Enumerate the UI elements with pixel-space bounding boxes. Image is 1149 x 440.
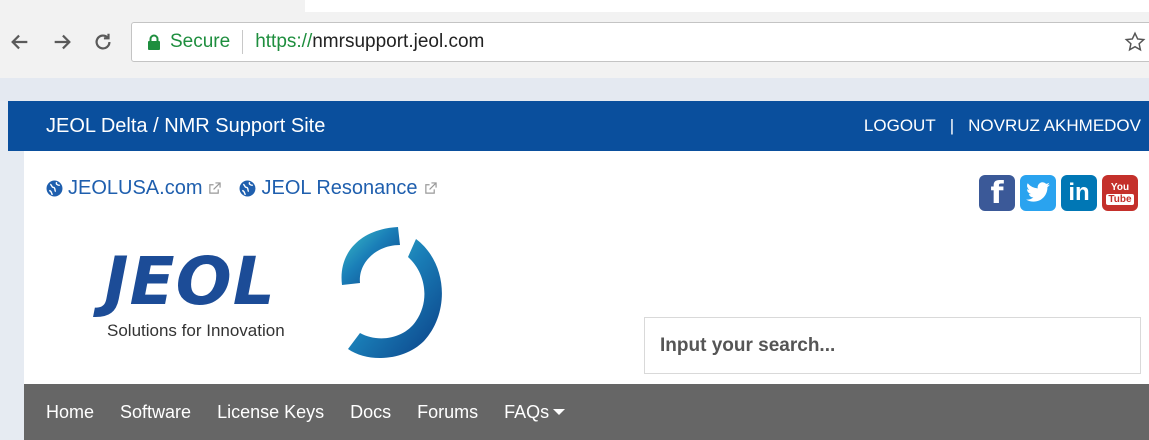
facebook-glyph: f bbox=[990, 175, 1004, 211]
logout-link[interactable]: LOGOUT bbox=[864, 116, 936, 136]
nav-item-docs[interactable]: Docs bbox=[350, 402, 391, 423]
url-host: nmrsupport.jeol.com bbox=[312, 31, 485, 52]
jeol-swirl-logo-icon bbox=[341, 227, 442, 359]
nav-item-license-keys[interactable]: License Keys bbox=[217, 402, 324, 423]
tab-strip-shade bbox=[0, 0, 305, 12]
back-button[interactable] bbox=[6, 22, 34, 62]
header-panel: JEOLUSA.com JEOL Resonance f in You Tube… bbox=[24, 151, 1149, 384]
globe-icon bbox=[240, 180, 256, 197]
search-input[interactable] bbox=[644, 317, 1141, 374]
external-links: JEOLUSA.com JEOL Resonance bbox=[46, 177, 455, 200]
jeolusa-link[interactable]: JEOLUSA.com bbox=[46, 177, 222, 200]
facebook-icon[interactable]: f bbox=[979, 175, 1015, 211]
linkedin-icon[interactable]: in bbox=[1061, 175, 1097, 211]
bookmark-star-icon[interactable] bbox=[1124, 31, 1146, 53]
lock-icon bbox=[148, 34, 160, 50]
page-top-band bbox=[0, 78, 1149, 101]
address-bar[interactable]: Secure https:// nmrsupport.jeol.com bbox=[131, 22, 1149, 62]
arrow-left-icon bbox=[11, 34, 28, 50]
external-link-icon bbox=[424, 182, 437, 194]
account-links: LOGOUT | NOVRUZ AKHMEDOV bbox=[864, 116, 1141, 136]
external-link-icon bbox=[209, 182, 222, 194]
arrow-right-icon bbox=[54, 34, 71, 50]
linkedin-glyph: in bbox=[1068, 179, 1090, 206]
youtube-icon[interactable]: You Tube bbox=[1102, 175, 1138, 211]
globe-icon bbox=[46, 180, 63, 197]
jeol-logo-word[interactable]: JEOL bbox=[104, 249, 276, 315]
nav-item-forums[interactable]: Forums bbox=[417, 402, 478, 423]
youtube-tube: Tube bbox=[1106, 193, 1134, 205]
account-separator: | bbox=[949, 116, 955, 135]
social-links: f in You Tube bbox=[979, 175, 1143, 211]
youtube-you: You bbox=[1110, 181, 1130, 193]
tab-strip bbox=[0, 0, 1149, 12]
site-header-bar: JEOL Delta / NMR Support Site LOGOUT | N… bbox=[8, 101, 1149, 151]
user-name-link[interactable]: NOVRUZ AKHMEDOV bbox=[968, 116, 1141, 136]
reload-button[interactable] bbox=[89, 22, 117, 62]
main-nav: Home Software License Keys Docs Forums F… bbox=[24, 384, 1149, 440]
nav-item-software[interactable]: Software bbox=[120, 402, 191, 423]
nav-item-home[interactable]: Home bbox=[46, 402, 94, 423]
caret-down-icon bbox=[553, 409, 566, 415]
url-protocol: https:// bbox=[255, 31, 313, 52]
forward-button[interactable] bbox=[48, 22, 76, 62]
twitter-icon[interactable] bbox=[1020, 175, 1056, 211]
browser-chrome: Secure https:// nmrsupport.jeol.com bbox=[0, 0, 1149, 78]
omnibox-divider bbox=[242, 30, 244, 54]
jeol-resonance-link[interactable]: JEOL Resonance bbox=[239, 177, 437, 200]
nav-item-faqs[interactable]: FAQs bbox=[504, 401, 566, 423]
jeolusa-link-label: JEOLUSA.com bbox=[68, 177, 203, 199]
site-title: JEOL Delta / NMR Support Site bbox=[46, 114, 326, 137]
logo-tagline: Solutions for Innovation bbox=[107, 321, 285, 340]
twitter-bird-icon bbox=[1026, 182, 1050, 202]
jeol-resonance-link-label: JEOL Resonance bbox=[261, 177, 418, 199]
reload-icon bbox=[95, 33, 111, 50]
nav-item-faqs-label: FAQs bbox=[504, 401, 550, 422]
secure-label: Secure bbox=[170, 31, 231, 52]
